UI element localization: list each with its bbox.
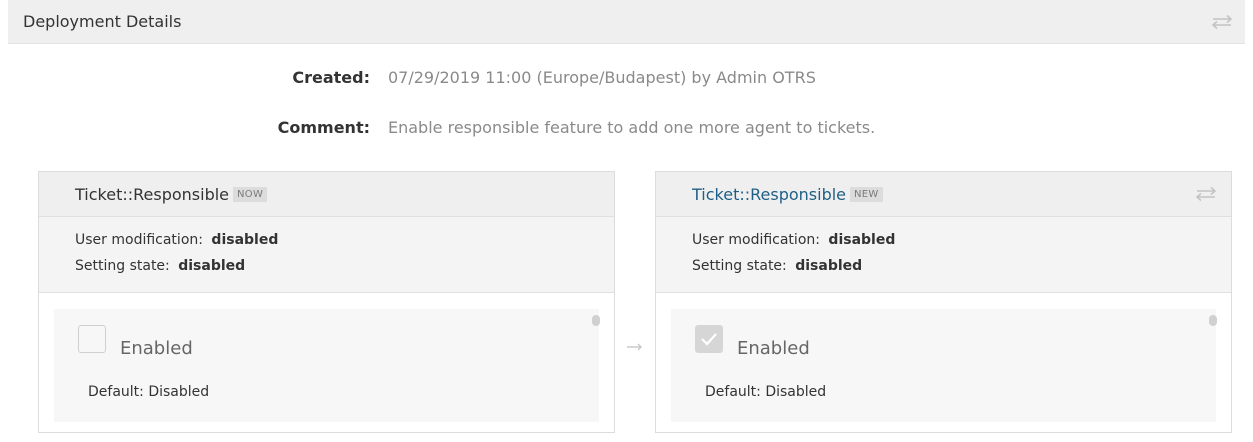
setting-state-label: Setting state:	[75, 258, 170, 274]
enabled-checkbox-row: Enabled	[78, 325, 193, 359]
setting-state-line: Setting state: disabled	[692, 253, 1231, 279]
setting-value-box: Enabled Default: Disabled	[671, 309, 1216, 422]
user-modification-value: disabled	[211, 232, 279, 248]
comment-label: Comment:	[277, 118, 370, 137]
card-info-now: User modification: disabled Setting stat…	[39, 217, 614, 293]
setting-value-box: Enabled Default: Disabled	[54, 309, 599, 422]
new-badge: NEW	[850, 186, 883, 202]
widget-title: Deployment Details	[23, 12, 182, 31]
card-info-new: User modification: disabled Setting stat…	[656, 217, 1231, 293]
default-value-text: Default: Disabled	[705, 384, 827, 400]
enabled-label: Enabled	[737, 338, 810, 359]
created-value: 07/29/2019 11:00 (Europe/Budapest) by Ad…	[388, 68, 816, 87]
setting-card-new: Ticket::Responsible NEW User modificatio…	[655, 171, 1232, 433]
user-modification-line: User modification: disabled	[692, 227, 1231, 253]
user-modification-value: disabled	[828, 232, 896, 248]
created-row: Created: 07/29/2019 11:00 (Europe/Budape…	[8, 68, 1245, 90]
setting-state-value: disabled	[795, 258, 863, 274]
deployment-meta: Created: 07/29/2019 11:00 (Europe/Budape…	[8, 68, 1245, 168]
setting-title-new-link[interactable]: Ticket::Responsible	[692, 185, 846, 204]
card-header-new: Ticket::Responsible NEW	[656, 172, 1231, 217]
swap-icon[interactable]	[1211, 14, 1233, 30]
enabled-checkbox[interactable]	[78, 325, 106, 353]
comment-row: Comment: Enable responsible feature to a…	[8, 118, 1245, 140]
checkmark-icon	[701, 333, 717, 346]
enabled-checkbox-row: Enabled	[695, 325, 810, 359]
setting-state-line: Setting state: disabled	[75, 253, 614, 279]
default-value-text: Default: Disabled	[88, 384, 210, 400]
widget-header: Deployment Details	[8, 0, 1245, 44]
enabled-label: Enabled	[120, 338, 193, 359]
comment-value: Enable responsible feature to add one mo…	[388, 118, 876, 137]
user-modification-label: User modification:	[692, 232, 820, 248]
arrow-right-icon	[627, 343, 642, 351]
setting-title-now: Ticket::Responsible	[75, 184, 230, 204]
enabled-checkbox[interactable]	[695, 325, 723, 353]
card-content-new: Enabled Default: Disabled	[656, 293, 1231, 432]
card-title-wrap: Ticket::Responsible NEW	[692, 185, 883, 204]
scrollbar-handle[interactable]	[1209, 315, 1217, 326]
setting-state-value: disabled	[178, 258, 246, 274]
deployment-details-widget: Deployment Details Created: 07/29/2019 1…	[8, 0, 1245, 442]
card-title-wrap: Ticket::Responsible NOW	[75, 184, 268, 204]
user-modification-line: User modification: disabled	[75, 227, 614, 253]
swap-icon[interactable]	[1195, 186, 1217, 202]
setting-state-label: Setting state:	[692, 258, 787, 274]
card-header-now: Ticket::Responsible NOW	[39, 172, 614, 217]
card-content-now: Enabled Default: Disabled	[39, 293, 614, 432]
setting-card-now: Ticket::Responsible NOW User modificatio…	[38, 171, 615, 433]
scrollbar-handle[interactable]	[592, 315, 600, 326]
now-badge: NOW	[233, 186, 268, 202]
created-label: Created:	[292, 68, 370, 87]
widget-body: Created: 07/29/2019 11:00 (Europe/Budape…	[8, 44, 1245, 442]
user-modification-label: User modification:	[75, 232, 203, 248]
